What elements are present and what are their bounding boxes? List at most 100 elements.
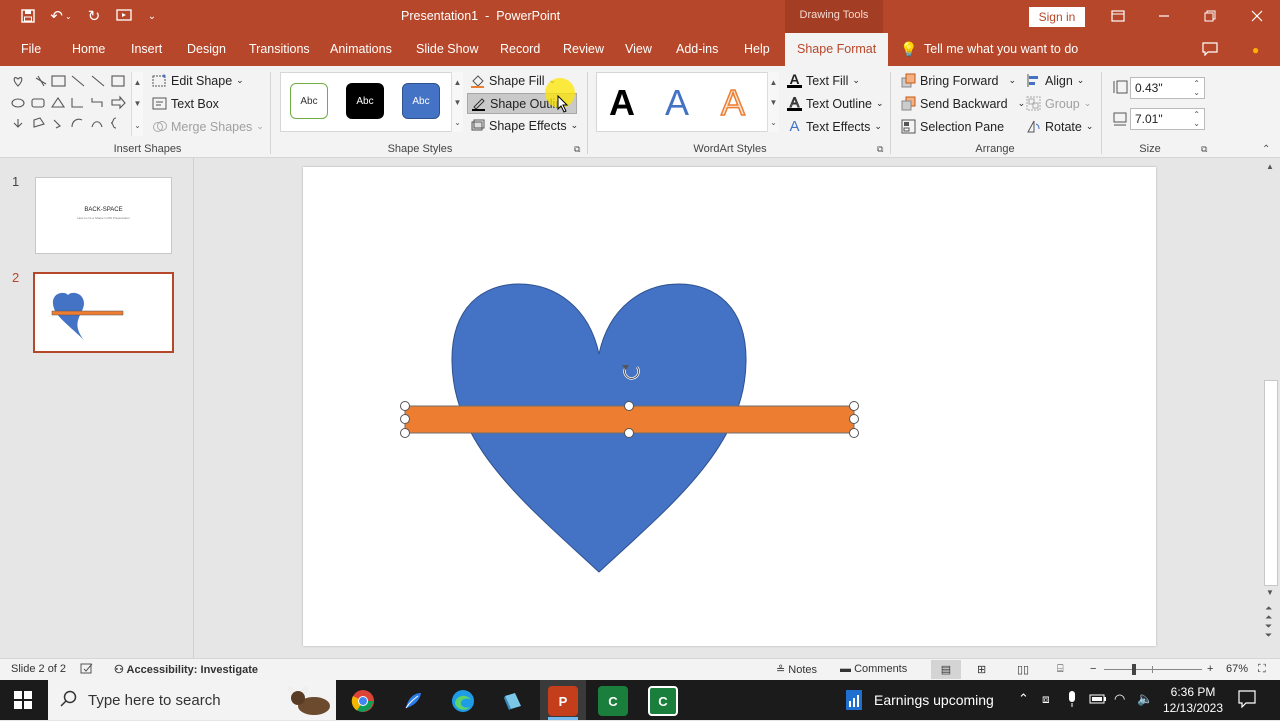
camtasia-icon[interactable]: C: [598, 686, 628, 716]
shape-styles-scroll[interactable]: ▲ ▼ ⌄: [451, 72, 463, 132]
taskbar-search-box[interactable]: Type here to search: [48, 680, 336, 720]
tab-slide-show[interactable]: Slide Show: [416, 42, 479, 56]
reading-view-icon[interactable]: ▯▯: [1017, 663, 1029, 676]
tab-shape-format[interactable]: Shape Format: [785, 33, 889, 66]
shapes-gallery-scroll[interactable]: ▲ ▼ ⌄: [131, 72, 143, 136]
meet-now-icon[interactable]: ⧈: [1042, 692, 1050, 707]
previous-slide-icon[interactable]: ⏶ ⏶: [1265, 604, 1272, 622]
notes-button[interactable]: ≗ Notes: [776, 663, 817, 676]
close-icon[interactable]: [1247, 6, 1267, 26]
next-slide-icon[interactable]: ⏷ ⏷: [1265, 622, 1272, 640]
comments-button[interactable]: ▬ Comments: [840, 663, 907, 675]
chrome-icon[interactable]: [348, 686, 378, 716]
scroll-thumb[interactable]: [1264, 380, 1278, 586]
wordart-orange-outline[interactable]: A: [720, 82, 746, 124]
tab-design[interactable]: Design: [187, 42, 226, 56]
start-from-beginning-icon[interactable]: [114, 6, 134, 26]
normal-view-icon[interactable]: ▤: [931, 660, 961, 679]
save-icon[interactable]: [18, 6, 38, 26]
zoom-slider-thumb[interactable]: [1132, 664, 1136, 675]
show-hidden-icons[interactable]: ⌃: [1018, 691, 1029, 707]
text-effects-button[interactable]: A Text Effects ⌄: [787, 119, 881, 134]
zoom-out-icon[interactable]: −: [1090, 663, 1096, 675]
volume-icon[interactable]: 🔈: [1137, 691, 1153, 707]
slideshow-icon[interactable]: ⌸: [1057, 663, 1064, 676]
clock[interactable]: 6:36 PM 12/13/2023: [1158, 684, 1228, 716]
microphone-icon[interactable]: [1067, 690, 1077, 711]
minimize-icon[interactable]: [1154, 6, 1174, 26]
style-swatch-outline-green[interactable]: Abc: [290, 83, 328, 119]
slide-canvas[interactable]: [303, 167, 1156, 646]
shape-fill-button[interactable]: Shape Fill⌄: [470, 73, 556, 88]
wordart-black[interactable]: A: [609, 83, 635, 123]
style-swatch-black[interactable]: Abc: [346, 83, 384, 119]
app-icon-feather[interactable]: [398, 686, 428, 716]
spelling-icon[interactable]: [80, 663, 94, 678]
camtasia-recorder-icon[interactable]: C: [648, 686, 678, 716]
zoom-level[interactable]: 67%: [1226, 663, 1248, 675]
size-launcher-icon[interactable]: ⧉: [1201, 144, 1207, 155]
wordart-launcher-icon[interactable]: ⧉: [877, 144, 883, 155]
wordart-scroll[interactable]: ▲ ▼ ⌄: [767, 72, 779, 132]
text-fill-button[interactable]: A Text Fill ⌄: [787, 72, 860, 88]
shape-width-input[interactable]: 7.01" ⌃ ⌄: [1130, 108, 1205, 130]
edit-shape-button[interactable]: Edit Shape ⌄: [152, 73, 244, 88]
news-widget[interactable]: Earnings upcoming: [874, 692, 994, 708]
wordart-blue[interactable]: A: [665, 83, 689, 123]
copilot-icon[interactable]: ●: [1252, 43, 1259, 57]
shapes-gallery[interactable]: [8, 72, 138, 132]
send-backward-button[interactable]: Send Backward ⌄: [901, 96, 1025, 111]
collapse-ribbon-icon[interactable]: ⌃: [1262, 144, 1270, 155]
align-button[interactable]: Align ⌄: [1026, 73, 1084, 88]
scroll-up-icon[interactable]: ▲: [1266, 162, 1274, 171]
shape-styles-launcher-icon[interactable]: ⧉: [574, 144, 580, 155]
shape-styles-gallery[interactable]: Abc Abc Abc: [280, 72, 463, 132]
vertical-scrollbar[interactable]: ▲ ▼ ⏶ ⏶ ⏷ ⏷: [1262, 158, 1280, 658]
edge-icon[interactable]: [448, 686, 478, 716]
thumbnail-subtitle: How to cut a Shape in MS Presentation: [77, 216, 130, 220]
battery-icon[interactable]: [1089, 693, 1107, 708]
tab-help[interactable]: Help: [744, 42, 770, 56]
rotate-button[interactable]: Rotate ⌄: [1026, 119, 1093, 134]
sign-in-button[interactable]: Sign in: [1029, 7, 1085, 27]
tab-review[interactable]: Review: [563, 42, 604, 56]
customize-toolbar-icon[interactable]: ⌄: [142, 6, 162, 26]
fit-to-window-icon[interactable]: ⛶: [1258, 663, 1266, 676]
shape-effects-button[interactable]: Shape Effects ⌄: [470, 118, 578, 133]
scroll-down-icon[interactable]: ▼: [1266, 588, 1274, 597]
undo-icon[interactable]: ↶ ⌄: [46, 6, 76, 26]
tell-me-search[interactable]: Tell me what you want to do: [924, 42, 1078, 56]
tab-file[interactable]: File: [21, 42, 41, 56]
tab-insert[interactable]: Insert: [131, 42, 162, 56]
windows-start-icon[interactable]: [14, 691, 32, 712]
app-icon-tiles[interactable]: [498, 686, 528, 716]
text-box-button[interactable]: Text Box: [152, 96, 219, 111]
comment-icon[interactable]: [1202, 42, 1218, 59]
ribbon-display-options-icon[interactable]: [1108, 6, 1128, 26]
wordart-gallery[interactable]: A A A: [596, 72, 770, 132]
slide-sorter-icon[interactable]: ⊞: [977, 663, 986, 676]
shape-height-input[interactable]: 0.43" ⌃ ⌄: [1130, 77, 1205, 99]
powerpoint-icon[interactable]: P: [548, 686, 578, 716]
tab-record[interactable]: Record: [500, 42, 540, 56]
tab-view[interactable]: View: [625, 42, 652, 56]
tab-add-ins[interactable]: Add-ins: [676, 42, 718, 56]
tab-transitions[interactable]: Transitions: [249, 42, 310, 56]
bring-forward-button[interactable]: Bring Forward ⌄: [901, 73, 1016, 88]
zoom-slider[interactable]: [1104, 664, 1202, 675]
wifi-icon[interactable]: ◠: [1114, 691, 1125, 707]
redo-icon[interactable]: ↻: [84, 6, 104, 26]
merge-shapes-button[interactable]: Merge Shapes ⌄: [152, 119, 264, 134]
tab-home[interactable]: Home: [72, 42, 105, 56]
group-button[interactable]: Group ⌄: [1026, 96, 1091, 111]
selection-pane-button[interactable]: Selection Pane: [901, 119, 1004, 134]
style-swatch-blue[interactable]: Abc: [402, 83, 440, 119]
slide-thumbnail-1[interactable]: BACK-SPACE How to cut a Shape in MS Pres…: [35, 177, 172, 254]
notifications-icon[interactable]: [1238, 690, 1256, 711]
slide-thumbnail-2[interactable]: [33, 272, 174, 353]
text-outline-button[interactable]: A Text Outline ⌄: [787, 95, 884, 111]
accessibility-status[interactable]: ⚇ Accessibility: Investigate: [114, 663, 258, 676]
zoom-in-icon[interactable]: +: [1207, 663, 1213, 675]
restore-icon[interactable]: [1200, 6, 1220, 26]
tab-animations[interactable]: Animations: [330, 42, 392, 56]
